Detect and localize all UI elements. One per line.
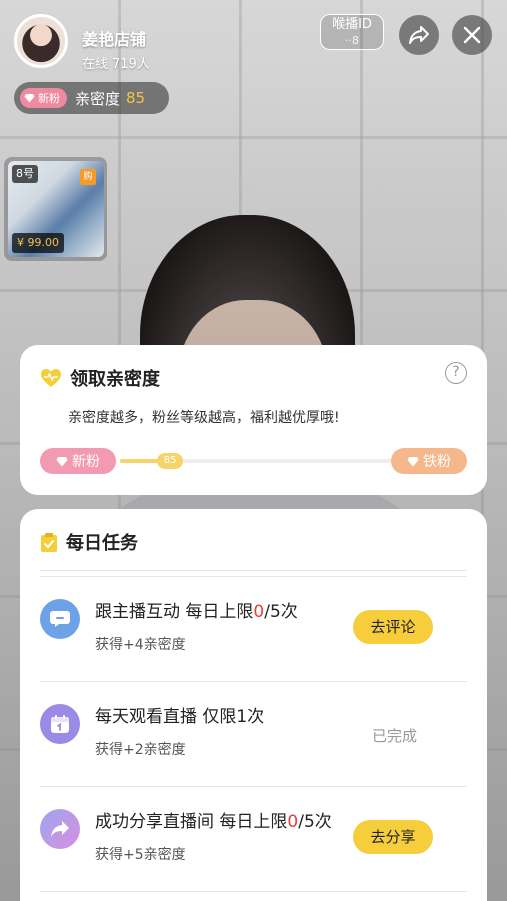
- fan-level-label: 新粉: [38, 92, 60, 105]
- close-button[interactable]: [452, 15, 492, 55]
- intimacy-card: 领取亲密度 ? 亲密度越多，粉丝等级越高，福利越优厚哦! 新粉 85 铁粉: [20, 345, 487, 495]
- share-icon: [409, 26, 429, 44]
- product-buy-tag: 购: [80, 169, 96, 185]
- product-image[interactable]: 8号 购 ¥ 99.00: [8, 161, 104, 257]
- task-count: 0: [253, 602, 265, 622]
- close-icon: [463, 26, 481, 44]
- task-row-watch: 每天观看直播 仅限1次 获得+2亲密度 已完成: [40, 682, 467, 786]
- host-info[interactable]: 姜艳店铺 在线 719人: [8, 10, 178, 72]
- intimacy-pill[interactable]: 新粉 亲密度 85: [14, 82, 169, 114]
- go-share-button[interactable]: 去分享: [353, 820, 433, 854]
- task-count: 0: [287, 812, 299, 832]
- online-label: 在线: [82, 57, 109, 72]
- id-value: ··8: [345, 34, 359, 47]
- progress-track: 85: [120, 453, 399, 469]
- task-title-text: 跟主播互动 每日上限: [95, 602, 254, 622]
- task-title-text: 成功分享直播间 每日上限: [95, 812, 288, 832]
- task-title-text: 每天观看直播 仅限1次: [95, 707, 265, 727]
- heart-pulse-icon: [41, 369, 61, 387]
- fan-level-badge: 新粉: [20, 88, 67, 108]
- progress-value: 85: [156, 453, 184, 469]
- streamer-id-badge[interactable]: 喉播ID ··8: [320, 14, 384, 50]
- calendar-icon: [40, 704, 80, 744]
- diamond-icon: [407, 456, 419, 466]
- current-level-label: 新粉: [72, 454, 100, 470]
- task-row-share: 成功分享直播间 每日上限0/5次 获得+5亲密度 去分享: [40, 787, 467, 891]
- task-limit: /5次: [264, 602, 298, 622]
- diamond-icon: [56, 456, 68, 466]
- share-button[interactable]: [399, 15, 439, 55]
- task-reward: 获得+4亲密度: [95, 637, 186, 653]
- help-icon[interactable]: ?: [445, 362, 467, 384]
- comment-icon: [40, 599, 80, 639]
- next-level-label: 铁粉: [423, 454, 451, 470]
- host-avatar[interactable]: [14, 14, 68, 68]
- task-row-comment: 跟主播互动 每日上限0/5次 获得+4亲密度 去评论: [40, 577, 467, 681]
- product-price: ¥ 99.00: [12, 233, 64, 253]
- intimacy-value: 85: [126, 89, 146, 107]
- task-title: 每天观看直播 仅限1次: [95, 702, 264, 727]
- task-completed-label: 已完成: [371, 727, 417, 745]
- task-title: 成功分享直播间 每日上限0/5次: [95, 807, 332, 832]
- divider: [40, 891, 467, 892]
- clipboard-check-icon: [41, 532, 57, 552]
- divider: [40, 570, 467, 571]
- go-comment-button[interactable]: 去评论: [353, 610, 433, 644]
- task-reward: 获得+2亲密度: [95, 742, 186, 758]
- intimacy-card-title: 领取亲密度: [70, 369, 160, 390]
- share-icon: [40, 809, 80, 849]
- product-card[interactable]: 8号 购 ¥ 99.00: [4, 157, 107, 261]
- task-limit: /5次: [298, 812, 332, 832]
- online-value: 719人: [112, 57, 150, 72]
- daily-tasks-card: 每日任务 跟主播互动 每日上限0/5次 获得+4亲密度 去评论 每天观看直播 仅…: [20, 509, 487, 901]
- host-name: 姜艳店铺: [82, 30, 147, 49]
- id-label: 喉播ID: [332, 17, 372, 32]
- diamond-icon: [24, 94, 35, 103]
- task-reward: 获得+5亲密度: [95, 847, 186, 863]
- fan-level-progress: 新粉 85 铁粉: [40, 448, 467, 474]
- intimacy-description: 亲密度越多，粉丝等级越高，福利越优厚哦!: [68, 410, 340, 426]
- intimacy-label: 亲密度: [75, 89, 121, 108]
- online-count: 在线 719人: [82, 53, 150, 72]
- product-number: 8号: [12, 165, 38, 183]
- daily-tasks-title: 每日任务: [66, 533, 138, 554]
- current-level-badge: 新粉: [40, 448, 116, 474]
- next-level-badge: 铁粉: [391, 448, 467, 474]
- task-title: 跟主播互动 每日上限0/5次: [95, 597, 298, 622]
